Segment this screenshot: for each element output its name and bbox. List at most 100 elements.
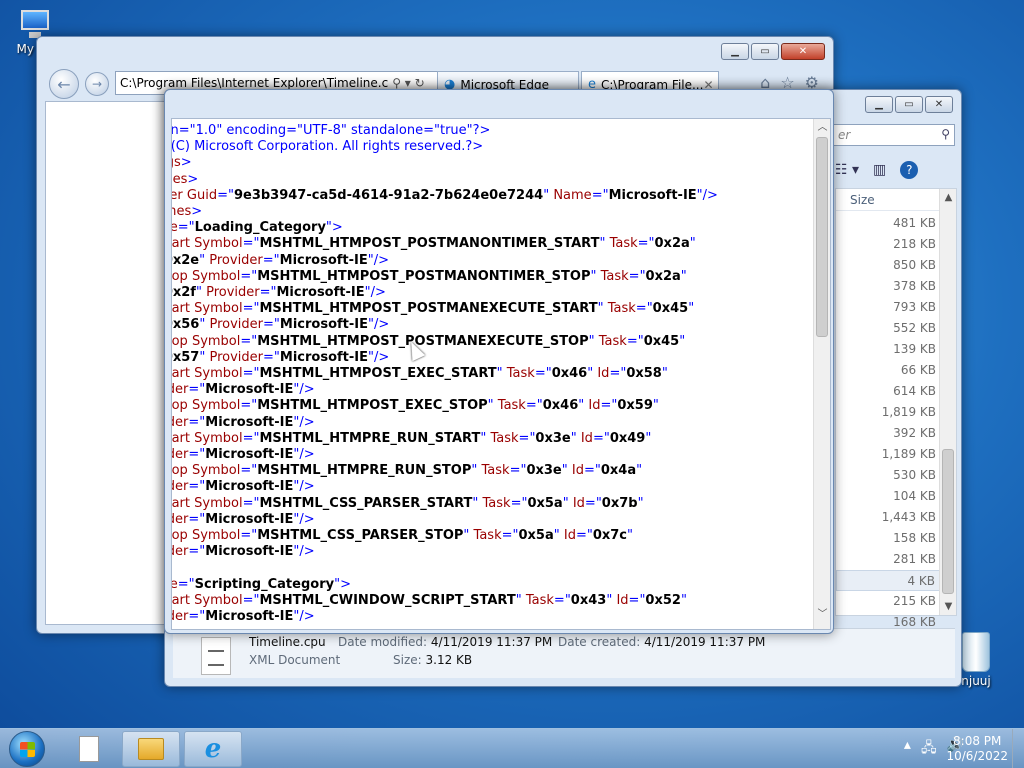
xml-line: <ETWStart Symbol="MSHTML_CSS_PARSER_STAR…	[172, 495, 718, 512]
clock[interactable]: 8:08 PM 10/6/2022	[946, 734, 1008, 764]
help-icon[interactable]: ?	[900, 161, 919, 179]
size-column-header[interactable]: Size	[836, 189, 941, 211]
xml-token: "	[652, 398, 659, 414]
xml-token: "	[588, 333, 599, 349]
file-size-cell[interactable]: 218 KB	[836, 234, 940, 255]
xml-token: ="	[242, 366, 260, 382]
xml-token: "	[570, 430, 581, 446]
xml-token: 0x49	[609, 430, 646, 446]
file-size-cell[interactable]: 481 KB	[836, 213, 940, 234]
view-options-icon[interactable]: ☷ ▾	[835, 162, 859, 178]
xml-token: ETWStop	[171, 463, 188, 479]
file-size-cell[interactable]: 1,189 KB	[836, 444, 940, 465]
search-placeholder: er	[838, 128, 851, 142]
xml-vertical-scrollbar[interactable]: ︿ ﹀	[813, 119, 830, 629]
windows-logo-icon	[9, 731, 45, 767]
preview-pane-icon[interactable]: ▥	[873, 162, 886, 178]
file-size-cell[interactable]: 614 KB	[836, 381, 940, 402]
xml-token: "	[561, 463, 572, 479]
xml-token: MSHTML_CSS_PARSER_STOP	[257, 528, 464, 544]
file-size-cell[interactable]: 215 KB	[836, 591, 940, 612]
xml-token: "	[606, 592, 617, 608]
scroll-up-arrow[interactable]: ︿	[814, 119, 830, 136]
xml-token: "/>	[293, 511, 315, 527]
minimize-button[interactable]: ▁	[865, 96, 893, 113]
xml-token: ="	[177, 220, 195, 236]
xml-token: 0x57	[172, 349, 200, 365]
xml-token: 0x2a	[645, 268, 681, 284]
maximize-button[interactable]: ▭	[751, 43, 779, 60]
xml-token: "	[680, 592, 687, 608]
xml-token: MSHTML_HTMPOST_POSTMANONTIMER_STOP	[257, 268, 591, 284]
xml-token: Scripting_Category	[194, 576, 335, 592]
xml-token: MSHTML_HTMPOST_EXEC_START	[259, 366, 497, 382]
xml-line: <Provider Guid="9e3b3947-ca5d-4614-91a2-…	[172, 187, 718, 204]
xml-token: ETWNames	[172, 204, 192, 220]
scroll-down-arrow[interactable]: ▼	[940, 598, 957, 615]
file-size-cell[interactable]: 4 KB	[836, 570, 940, 591]
file-size-cell[interactable]: 281 KB	[836, 549, 940, 570]
forward-button[interactable]: →	[85, 72, 109, 96]
xml-token: 0x56	[172, 317, 200, 333]
close-button[interactable]: ✕	[925, 96, 953, 113]
xml-token: >	[180, 155, 192, 171]
xml-token: Microsoft-IE	[205, 609, 294, 625]
xml-token: ="	[217, 187, 234, 203]
xml-token: 0x58	[626, 366, 662, 382]
file-size-cell[interactable]: 1,819 KB	[836, 402, 940, 423]
xml-token: Provider	[172, 544, 189, 560]
file-size-cell[interactable]: 793 KB	[836, 297, 940, 318]
xml-line: <ETWStop Symbol="MSHTML_HTMPRE_RUN_STOP"…	[171, 463, 718, 479]
close-button[interactable]: ✕	[781, 43, 825, 60]
file-size-cell[interactable]: 530 KB	[836, 465, 940, 486]
file-size-cell[interactable]: 552 KB	[836, 318, 940, 339]
xml-token: ETWStart	[171, 592, 191, 608]
file-size-cell[interactable]: 158 KB	[836, 528, 940, 549]
xml-token: Symbol	[191, 398, 241, 414]
search-icon[interactable]: ⚲	[941, 127, 950, 141]
minimize-button[interactable]: ▁	[721, 43, 749, 60]
xml-token: "	[496, 366, 507, 382]
xml-token: "/>	[293, 414, 315, 430]
vertical-scrollbar[interactable]: ▲ ▼	[939, 189, 956, 615]
xml-token: ="	[242, 236, 260, 252]
back-button[interactable]: ←	[49, 69, 79, 99]
file-size-cell[interactable]: 850 KB	[836, 255, 940, 276]
xml-token: Provider	[172, 187, 183, 203]
xml-token: MSHTML_HTMPOST_POSTMANEXECUTE_START	[259, 301, 598, 317]
scrollbar-thumb[interactable]	[816, 137, 828, 337]
maximize-button[interactable]: ▭	[895, 96, 923, 113]
scrollbar-thumb[interactable]	[942, 449, 954, 594]
file-size-cell[interactable]: 139 KB	[836, 339, 940, 360]
scroll-up-arrow[interactable]: ▲	[940, 189, 957, 206]
xml-token: ="	[240, 528, 258, 544]
scroll-down-arrow[interactable]: ﹀	[814, 606, 830, 623]
taskbar-explorer-button[interactable]	[122, 731, 180, 767]
taskbar-ie-button[interactable]: e	[184, 731, 242, 767]
xml-token: 0x46	[551, 366, 588, 382]
xml-token: ETWStart	[171, 366, 191, 382]
xml-token: ="	[240, 268, 258, 284]
xml-token: ">	[325, 220, 343, 236]
search-input[interactable]: er ⚲	[833, 124, 955, 146]
xml-token: ETWStart	[171, 430, 191, 446]
file-size-cell[interactable]: 1,443 KB	[836, 507, 940, 528]
xml-token: 0x5a	[518, 528, 554, 544]
file-size-cell[interactable]: 378 KB	[836, 276, 940, 297]
xml-token: "	[578, 398, 589, 414]
start-button[interactable]	[4, 729, 50, 768]
taskbar-notepad-button[interactable]	[60, 731, 118, 767]
xml-token: "	[688, 301, 695, 317]
ie-icon: e	[204, 734, 222, 764]
explorer-toolbar: ☷ ▾ ▥ ?	[829, 156, 957, 184]
modified-label: Date modified:	[338, 635, 428, 649]
file-size-cell[interactable]: 104 KB	[836, 486, 940, 507]
xml-token: ="	[242, 430, 260, 446]
search-icon[interactable]: ⚲ ▾ ↻	[392, 76, 425, 90]
xml-token: "	[562, 495, 573, 511]
network-icon[interactable]: 🖧	[921, 737, 937, 761]
file-size-cell[interactable]: 66 KB	[836, 360, 940, 381]
show-desktop-button[interactable]	[1012, 729, 1024, 768]
show-hidden-icons-icon[interactable]: ▴	[904, 737, 911, 761]
file-size-cell[interactable]: 392 KB	[836, 423, 940, 444]
